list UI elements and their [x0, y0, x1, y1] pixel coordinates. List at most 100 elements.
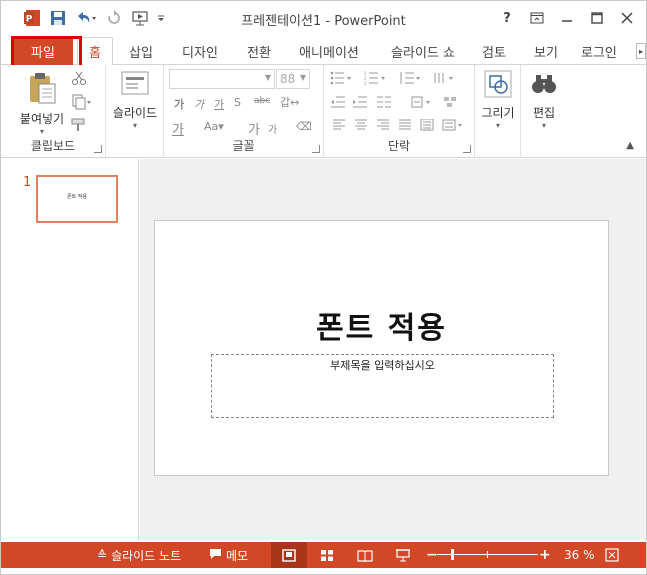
fit-to-window-button[interactable] [605, 542, 619, 568]
font-size-dropdown[interactable]: 88 ▼ [276, 69, 310, 89]
maximize-icon[interactable] [582, 5, 612, 31]
shapes-icon [483, 69, 513, 102]
editing-group: 편집 ▾ [521, 65, 567, 158]
subtitle-placeholder-text: 부제목을 입력하십시오 [330, 359, 435, 372]
paragraph-group-label: 단락 [387, 139, 411, 153]
notes-button[interactable]: ≙ 슬라이드 노트 [97, 542, 181, 568]
ribbon-display-options-icon[interactable] [522, 5, 552, 31]
format-painter-icon[interactable] [71, 117, 87, 136]
line-spacing-icon[interactable] [398, 71, 422, 88]
bold-button[interactable]: 가 [174, 96, 184, 112]
zoom-level[interactable]: 36 % [564, 542, 595, 568]
status-bar: ≙ 슬라이드 노트 메모 − + 36 % [1, 542, 646, 568]
decrease-indent-icon[interactable] [330, 95, 346, 112]
window-controls: ? [492, 5, 642, 31]
slides-group: 슬라이드 ▾ [106, 65, 164, 158]
shadow-button[interactable]: S [234, 96, 241, 109]
strikethrough-button[interactable]: abc [254, 96, 270, 106]
close-icon[interactable] [612, 5, 642, 31]
tab-transitions[interactable]: 전환 [237, 37, 281, 65]
tab-review[interactable]: 검토 [473, 37, 515, 65]
clipboard-launcher-icon[interactable] [94, 145, 102, 153]
font-size-value: 88 [280, 72, 296, 86]
editing-label: 편집 [532, 106, 556, 120]
tab-design[interactable]: 디자인 [173, 37, 227, 65]
powerpoint-window: P 프레젠테이션1 - PowerPoint ? 파일 홈 삽입 디자인 전환 … [0, 0, 647, 575]
zoom-slider-thumb[interactable] [451, 549, 454, 560]
clear-formatting-icon[interactable]: ⌫ [296, 120, 312, 133]
italic-button[interactable]: 가 [194, 96, 204, 112]
justify-icon[interactable] [398, 119, 412, 134]
slide-thumbnails-pane: 1 폰트 적용 [1, 159, 139, 540]
subtitle-placeholder[interactable]: 부제목을 입력하십시오 [211, 354, 554, 418]
thumbnail-number: 1 [23, 175, 32, 190]
chevron-down-icon: ▼ [264, 73, 271, 82]
drawing-caret-icon: ▾ [495, 121, 500, 130]
comments-button[interactable]: 메모 [209, 542, 248, 568]
cut-icon[interactable] [71, 70, 87, 89]
tab-home[interactable]: 홈 [77, 37, 113, 66]
text-direction-icon[interactable] [432, 71, 456, 88]
drawing-button[interactable]: 그리기 ▾ [477, 69, 519, 130]
minimize-icon[interactable] [552, 5, 582, 31]
tab-scroll-right-icon[interactable]: ▸ [636, 43, 646, 59]
tab-slideshow[interactable]: 슬라이드 쇼 [379, 37, 467, 65]
paste-label: 붙여넣기 [19, 112, 65, 126]
reading-view-button[interactable] [351, 542, 379, 568]
increase-indent-icon[interactable] [352, 95, 368, 112]
paste-button[interactable]: 붙여넣기 ▾ [15, 71, 69, 136]
normal-view-button[interactable] [271, 542, 307, 568]
columns-icon[interactable] [376, 95, 396, 112]
font-group-label: 글꼴 [232, 139, 255, 153]
align-text-icon[interactable] [410, 95, 434, 112]
font-group: ▼ 88 ▼ 가 가 가 S abc 갑↔ 가 Aa▾ 가 가 ⌫ 글꼴 [164, 65, 324, 158]
new-slide-button[interactable]: 슬라이드 ▾ [110, 69, 160, 130]
smartart-icon[interactable] [442, 95, 466, 112]
tab-signin[interactable]: 로그인 [581, 37, 631, 65]
fit-to-window-icon [605, 548, 619, 562]
paragraph-launcher-icon[interactable] [463, 145, 471, 153]
clipboard-group-label: 클립보드 [30, 139, 76, 153]
font-color-button[interactable]: 가 [172, 119, 184, 138]
notes-icon: ≙ [97, 548, 108, 562]
slide-sorter-button[interactable] [313, 542, 341, 568]
font-name-dropdown[interactable]: ▼ [169, 69, 275, 89]
convert-to-smartart-icon[interactable] [442, 119, 466, 134]
copy-icon[interactable] [71, 94, 93, 113]
svg-text:3: 3 [364, 81, 367, 85]
font-launcher-icon[interactable] [312, 145, 320, 153]
ribbon: 붙여넣기 ▾ 클립보드 슬라이드 ▾ ▼ 88 ▼ 가 가 가 S abc 갑↔… [1, 65, 646, 158]
slide-title[interactable]: 폰트 적용 [155, 303, 608, 347]
slide-canvas[interactable]: 폰트 적용 부제목을 입력하십시오 [154, 220, 609, 476]
paragraph-group: 123 단락 [324, 65, 475, 158]
ribbon-tabs: 파일 홈 삽입 디자인 전환 애니메이션 슬라이드 쇼 검토 보기 로그인 ▸ [1, 36, 646, 66]
character-spacing-button[interactable]: 갑↔ [280, 94, 299, 110]
collapse-ribbon-icon[interactable]: ▲ [626, 140, 634, 151]
tab-animations[interactable]: 애니메이션 [291, 37, 367, 65]
drawing-label: 그리기 [481, 106, 515, 120]
tab-insert[interactable]: 삽입 [119, 37, 163, 65]
distributed-icon[interactable] [420, 118, 434, 134]
underline-button[interactable]: 가 [214, 96, 224, 112]
zoom-in-button[interactable]: + [539, 542, 551, 568]
editing-caret-icon: ▾ [541, 121, 546, 130]
slideshow-button[interactable] [389, 542, 417, 568]
help-icon[interactable]: ? [492, 5, 522, 31]
thumbnail-title: 폰트 적용 [67, 194, 87, 200]
shrink-font-button[interactable]: 가 [268, 121, 277, 136]
align-center-icon[interactable] [354, 119, 368, 134]
paste-caret-icon: ▾ [39, 127, 44, 136]
comments-label: 메모 [226, 548, 249, 563]
numbering-icon[interactable]: 123 [364, 71, 388, 88]
zoom-out-button[interactable]: − [426, 542, 438, 568]
tab-view[interactable]: 보기 [525, 37, 567, 65]
normal-view-icon [282, 548, 296, 562]
align-left-icon[interactable] [332, 119, 346, 134]
align-right-icon[interactable] [376, 119, 390, 134]
bullets-icon[interactable] [330, 71, 354, 88]
chevron-down-icon: ▼ [299, 73, 306, 82]
slide-thumbnail[interactable]: 폰트 적용 [36, 175, 118, 223]
text-highlight-button[interactable]: Aa▾ [204, 120, 224, 133]
editing-button[interactable]: 편집 ▾ [523, 69, 565, 130]
grow-font-button[interactable]: 가 [248, 119, 260, 138]
